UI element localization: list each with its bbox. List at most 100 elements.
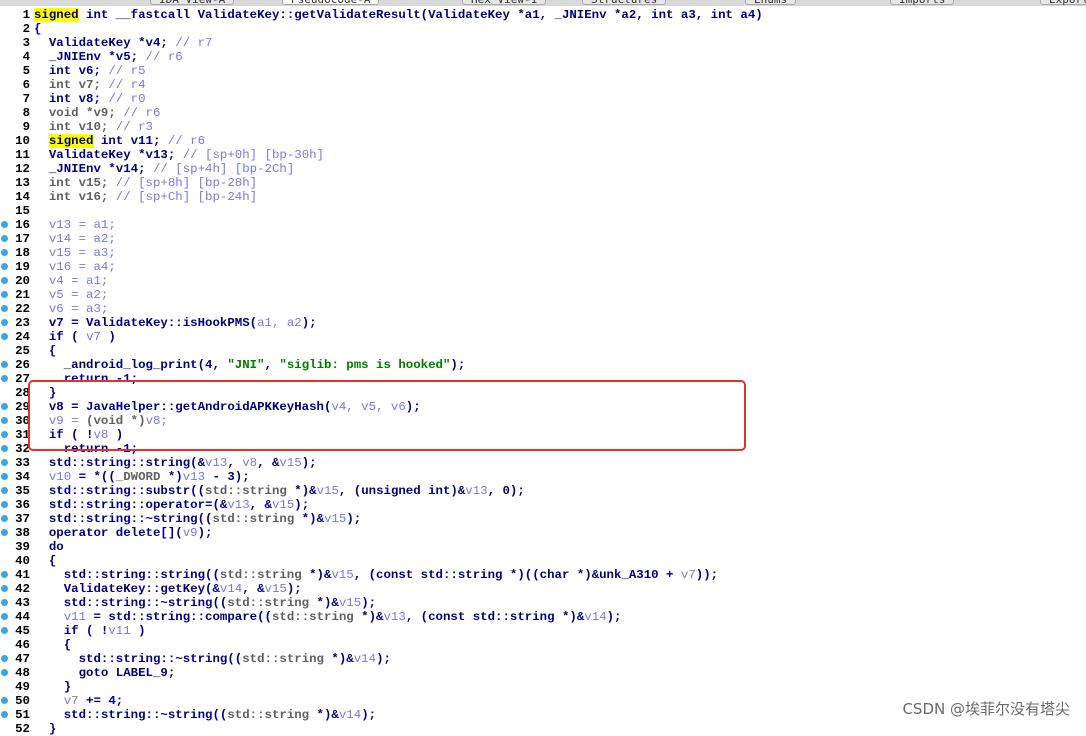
code-line[interactable]: 10 signed int v11; // r6 — [0, 134, 1086, 148]
watermark: CSDN @埃菲尔没有塔尖 — [902, 700, 1070, 718]
code-line[interactable]: 16 v13 = a1; — [0, 218, 1086, 232]
line-number: 6 — [22, 78, 30, 92]
breakpoint-dot-icon[interactable] — [1, 431, 8, 438]
highlighted-token: signed — [48, 134, 94, 148]
code-line[interactable]: 44 v11 = std::string::compare((std::stri… — [0, 610, 1086, 624]
line-number: 18 — [15, 246, 30, 260]
highlighted-token: signed — [34, 8, 79, 22]
code-line[interactable]: 7 int v8; // r0 — [0, 92, 1086, 106]
code-line[interactable]: 40 { — [0, 554, 1086, 568]
breakpoint-dot-icon[interactable] — [1, 375, 8, 382]
breakpoint-dot-icon[interactable] — [1, 529, 8, 536]
code-line[interactable]: 3 ValidateKey *v4; // r7 — [0, 36, 1086, 50]
breakpoint-dot-icon[interactable] — [1, 319, 8, 326]
code-line[interactable]: 25 { — [0, 344, 1086, 358]
code-line[interactable]: 5 int v6; // r5 — [0, 64, 1086, 78]
line-number: 11 — [15, 148, 30, 162]
breakpoint-dot-icon[interactable] — [1, 501, 8, 508]
breakpoint-dot-icon[interactable] — [1, 221, 8, 228]
code-token: std::string — [242, 652, 324, 666]
line-number: 38 — [15, 526, 30, 540]
breakpoint-dot-icon[interactable] — [1, 277, 8, 284]
code-line[interactable]: 42 ValidateKey::getKey(&v14, &v15); — [0, 582, 1086, 596]
code-line[interactable]: 46 { — [0, 638, 1086, 652]
code-line[interactable]: 15 — [0, 204, 1086, 218]
code-line[interactable]: 23 v7 = ValidateKey::isHookPMS(a1, a2); — [0, 316, 1086, 330]
breakpoint-dot-icon[interactable] — [1, 263, 8, 270]
breakpoint-dot-icon[interactable] — [1, 697, 8, 704]
breakpoint-dot-icon[interactable] — [1, 515, 8, 522]
breakpoint-dot-icon[interactable] — [1, 571, 8, 578]
code-token: std::string::~string(( — [34, 652, 243, 666]
code-line[interactable]: 9 int v10; // r3 — [0, 120, 1086, 134]
code-line[interactable]: 52 } — [0, 722, 1086, 736]
code-line[interactable]: 35 std::string::substr((std::string *)&v… — [0, 484, 1086, 498]
breakpoint-dot-icon[interactable] — [1, 627, 8, 634]
comment-token: v15 = a3; — [34, 246, 116, 260]
code-text: _JNIEnv *v14; // [sp+4h] [bp-2Ch] — [34, 162, 294, 176]
line-number: 44 — [15, 610, 30, 624]
breakpoint-dot-icon[interactable] — [1, 417, 8, 424]
breakpoint-dot-icon[interactable] — [1, 669, 8, 676]
breakpoint-dot-icon[interactable] — [1, 599, 8, 606]
comment-token: // r6 — [167, 134, 206, 148]
line-number: 10 — [15, 134, 30, 148]
code-token: void *v9; — [34, 106, 124, 120]
code-line[interactable]: 33 std::string::string(&v13, v8, &v15); — [0, 456, 1086, 470]
code-line[interactable]: 26 _android_log_print(4, "JNI", "siglib:… — [0, 358, 1086, 372]
code-line[interactable]: 19 v16 = a4; — [0, 260, 1086, 274]
code-token: int v15; — [34, 176, 116, 190]
code-token: { — [34, 638, 72, 652]
breakpoint-dot-icon[interactable] — [1, 333, 8, 340]
code-line[interactable]: 1 signed int __fastcall ValidateKey::getV… — [0, 8, 1086, 22]
breakpoint-dot-icon[interactable] — [1, 655, 8, 662]
code-line[interactable]: 47 std::string::~string((std::string *)&… — [0, 652, 1086, 666]
code-line[interactable]: 13 int v15; // [sp+8h] [bp-28h] — [0, 176, 1086, 190]
breakpoint-dot-icon[interactable] — [1, 585, 8, 592]
code-line[interactable]: 18 v15 = a3; — [0, 246, 1086, 260]
breakpoint-dot-icon[interactable] — [1, 235, 8, 242]
code-line[interactable]: 4 _JNIEnv *v5; // r6 — [0, 50, 1086, 64]
code-line[interactable]: 22 v6 = a3; — [0, 302, 1086, 316]
code-token: ); — [197, 526, 213, 540]
code-line[interactable]: 14 int v16; // [sp+Ch] [bp-24h] — [0, 190, 1086, 204]
code-line[interactable]: 43 std::string::~string((std::string *)&… — [0, 596, 1086, 610]
breakpoint-dot-icon[interactable] — [1, 291, 8, 298]
code-line[interactable]: 8 void *v9; // r6 — [0, 106, 1086, 120]
pseudocode-view[interactable]: 1 signed int __fastcall ValidateKey::getV… — [0, 0, 1086, 736]
breakpoint-dot-icon[interactable] — [1, 305, 8, 312]
comment-token: v5 = a2; — [34, 288, 109, 302]
breakpoint-dot-icon[interactable] — [1, 487, 8, 494]
code-line[interactable]: 11 ValidateKey *v13; // [sp+0h] [bp-30h] — [0, 148, 1086, 162]
code-line[interactable]: 49 } — [0, 680, 1086, 694]
code-token: ) — [100, 330, 116, 344]
code-line[interactable]: 48 goto LABEL_9; — [0, 666, 1086, 680]
comment-token: // [sp+Ch] [bp-24h] — [115, 190, 258, 204]
breakpoint-dot-icon[interactable] — [1, 459, 8, 466]
code-line[interactable]: 34 v10 = *((_DWORD *)v13 - 3); — [0, 470, 1086, 484]
breakpoint-dot-icon[interactable] — [1, 613, 8, 620]
breakpoint-dot-icon[interactable] — [1, 361, 8, 368]
breakpoint-dot-icon[interactable] — [1, 445, 8, 452]
code-line[interactable]: 37 std::string::~string((std::string *)&… — [0, 512, 1086, 526]
code-line[interactable]: 12 _JNIEnv *v14; // [sp+4h] [bp-2Ch] — [0, 162, 1086, 176]
code-line[interactable]: 41 std::string::string((std::string *)&v… — [0, 568, 1086, 582]
code-text: goto LABEL_9; — [34, 666, 176, 680]
code-line[interactable]: 39 do — [0, 540, 1086, 554]
code-token: std::string::string(& — [34, 456, 206, 470]
code-line[interactable]: 21 v5 = a2; — [0, 288, 1086, 302]
code-text: v10 = *((_DWORD *)v13 - 3); — [34, 470, 250, 484]
code-text: int v15; // [sp+8h] [bp-28h] — [34, 176, 257, 190]
code-line[interactable]: 24 if ( v7 ) — [0, 330, 1086, 344]
code-line[interactable]: 17 v14 = a2; — [0, 232, 1086, 246]
breakpoint-dot-icon[interactable] — [1, 711, 8, 718]
code-line[interactable]: 20 v4 = a1; — [0, 274, 1086, 288]
code-line[interactable]: 38 operator delete[](v9); — [0, 526, 1086, 540]
code-line[interactable]: 6 int v7; // r4 — [0, 78, 1086, 92]
code-line[interactable]: 36 std::string::operator=(&v13, &v15); — [0, 498, 1086, 512]
code-line[interactable]: 45 if ( !v11 ) — [0, 624, 1086, 638]
code-line[interactable]: 2{ — [0, 22, 1086, 36]
breakpoint-dot-icon[interactable] — [1, 249, 8, 256]
breakpoint-dot-icon[interactable] — [1, 473, 8, 480]
breakpoint-dot-icon[interactable] — [1, 403, 8, 410]
